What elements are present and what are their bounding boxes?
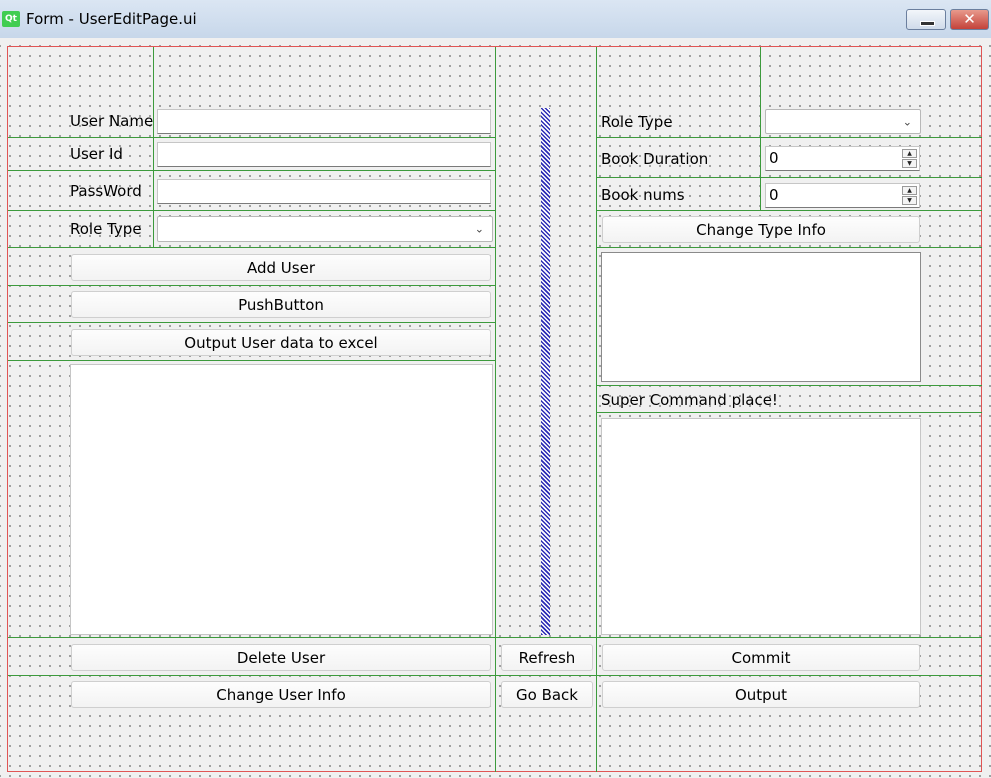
- user-id-input[interactable]: [157, 142, 491, 167]
- spin-up-icon[interactable]: ▲: [902, 186, 917, 195]
- close-button[interactable]: ✕: [950, 9, 989, 30]
- qt-logo-icon: Qt: [2, 11, 20, 27]
- user-name-input[interactable]: [157, 109, 491, 134]
- layout-guide: [8, 247, 495, 248]
- close-icon: ✕: [963, 10, 976, 28]
- delete-user-button[interactable]: Delete User: [71, 644, 491, 671]
- type-role-label: Role Type: [601, 113, 673, 131]
- role-type-label: Role Type: [70, 220, 142, 238]
- window-title: Form - UserEditPage.ui: [26, 10, 197, 28]
- minimize-button[interactable]: [906, 9, 946, 30]
- change-type-info-button[interactable]: Change Type Info: [602, 216, 920, 243]
- book-nums-spinbox[interactable]: 0 ▲ ▼: [765, 183, 920, 208]
- user-list-textbox[interactable]: [70, 364, 493, 635]
- book-duration-label: Book Duration: [601, 150, 709, 168]
- commit-button[interactable]: Commit: [602, 644, 920, 671]
- layout-guide: [8, 137, 495, 138]
- layout-guide: [760, 47, 761, 210]
- layout-guide: [596, 137, 982, 138]
- layout-guide: [8, 285, 495, 286]
- layout-guide: [495, 47, 496, 772]
- layout-guide: [596, 177, 982, 178]
- chevron-down-icon: ⌄: [474, 222, 484, 236]
- output-button[interactable]: Output: [602, 681, 920, 708]
- layout-guide: [596, 210, 982, 211]
- layout-guide: [153, 47, 154, 247]
- spin-down-icon[interactable]: ▼: [902, 159, 917, 168]
- type-info-textbox[interactable]: [601, 252, 921, 382]
- book-duration-value: 0: [769, 149, 779, 167]
- layout-guide: [8, 360, 495, 361]
- password-input[interactable]: [157, 179, 491, 204]
- book-nums-label: Book nums: [601, 186, 685, 204]
- book-duration-spinbox[interactable]: 0 ▲ ▼: [765, 146, 920, 171]
- window-titlebar: Qt Form - UserEditPage.ui ✕: [0, 0, 991, 38]
- go-back-button[interactable]: Go Back: [501, 681, 593, 708]
- spin-up-icon[interactable]: ▲: [902, 149, 917, 158]
- super-command-label: Super Command place!: [601, 391, 778, 409]
- layout-guide: [596, 385, 982, 386]
- layout-guide: [596, 412, 982, 413]
- vertical-spacer: [541, 108, 550, 635]
- layout-guide: [8, 322, 495, 323]
- output-excel-button[interactable]: Output User data to excel: [71, 329, 491, 356]
- chevron-down-icon: ⌄: [902, 115, 912, 128]
- spin-down-icon[interactable]: ▼: [902, 196, 917, 205]
- type-role-combo[interactable]: ⌄: [765, 109, 921, 134]
- user-id-label: User Id: [70, 145, 123, 163]
- add-user-button[interactable]: Add User: [71, 254, 491, 281]
- layout-guide: [596, 47, 597, 772]
- push-button[interactable]: PushButton: [71, 291, 491, 318]
- password-label: PassWord: [70, 182, 142, 200]
- change-user-info-button[interactable]: Change User Info: [71, 681, 491, 708]
- layout-guide: [8, 675, 982, 676]
- layout-guide: [8, 637, 982, 638]
- layout-guide: [8, 170, 495, 171]
- refresh-button[interactable]: Refresh: [501, 644, 593, 671]
- user-name-label: User Name: [70, 112, 154, 130]
- minimize-icon: [920, 21, 935, 26]
- book-nums-value: 0: [769, 186, 779, 204]
- layout-guide: [596, 247, 982, 248]
- layout-guide: [8, 210, 495, 211]
- super-command-textbox[interactable]: [601, 418, 921, 635]
- role-type-combo[interactable]: ⌄: [157, 216, 493, 242]
